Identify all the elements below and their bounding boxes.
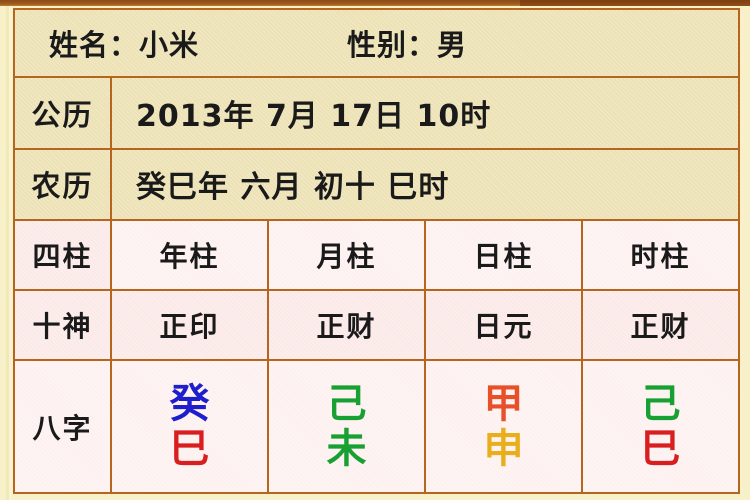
pillar-day-cell: 日柱 [424, 218, 583, 292]
pillar-year-label: 年柱 [159, 239, 220, 273]
bazi-hour-stem: 己 [640, 380, 681, 427]
bazi-month-stem: 己 [326, 380, 367, 427]
ten-gods-hour-cell: 正财 [580, 289, 741, 362]
ten-gods-label-cell: 十神 [13, 289, 112, 362]
table-row-header: 姓名：小米 性别：男 [12, 7, 741, 79]
table-row-four-pillars: 四柱 年柱 月柱 日柱 时柱 [13, 218, 741, 292]
top-decorative-bar-right [520, 0, 750, 6]
pillar-hour-label: 时柱 [630, 239, 691, 273]
pillar-month-cell: 月柱 [267, 218, 426, 292]
table-row-ten-gods: 十神 正印 正财 日元 正财 [13, 289, 741, 362]
bazi-day-stack: 甲 申 [426, 361, 581, 492]
pillar-year-cell: 年柱 [110, 218, 269, 292]
bazi-year-cell: 癸 巳 [110, 359, 269, 494]
bazi-month-stack: 己 未 [269, 361, 424, 492]
bazi-year-stack: 癸 巳 [112, 361, 267, 492]
bazi-table: 姓名：小米 性别：男 公历 2013年 7月 17日 10时 农历 癸巳年 六月… [12, 7, 741, 494]
bazi-hour-branch: 巳 [640, 425, 681, 472]
bazi-day-cell: 甲 申 [424, 359, 583, 494]
pillar-hour-cell: 时柱 [580, 218, 741, 292]
solar-date-value-cell: 2013年 7月 17日 10时 [109, 76, 741, 150]
pillar-month-label: 月柱 [316, 239, 377, 273]
solar-date-value: 2013年 7月 17日 10时 [136, 98, 492, 134]
bazi-year-branch: 巳 [169, 425, 210, 472]
person-name-label: 姓名：小米 [49, 28, 200, 63]
four-pillars-label-cell: 四柱 [13, 218, 112, 292]
bazi-day-branch: 申 [483, 425, 524, 472]
bazi-month-branch: 未 [326, 425, 367, 472]
solar-date-label-cell: 公历 [13, 76, 112, 150]
ten-gods-day-cell: 日元 [424, 289, 583, 362]
bazi-hour-cell: 己 巳 [580, 359, 741, 494]
ten-gods-label: 十神 [32, 310, 93, 344]
ten-gods-hour-value: 正财 [630, 310, 691, 344]
lunar-date-label: 农历 [31, 169, 94, 204]
person-info-row: 姓名：小米 性别：男 [15, 10, 738, 76]
lunar-date-label-cell: 农历 [13, 147, 112, 221]
bazi-hour-stack: 己 巳 [583, 361, 738, 492]
bazi-year-stem: 癸 [169, 380, 210, 427]
ten-gods-day-value: 日元 [473, 310, 534, 344]
pillar-day-label: 日柱 [473, 239, 534, 273]
bazi-month-cell: 己 未 [267, 359, 426, 494]
person-gender-label: 性别：男 [347, 28, 468, 63]
bazi-day-stem: 甲 [483, 380, 524, 427]
lunar-date-value-cell: 癸巳年 六月 初十 巳时 [109, 147, 741, 221]
ten-gods-year-cell: 正印 [110, 289, 269, 362]
table-row-lunar-date: 农历 癸巳年 六月 初十 巳时 [13, 147, 741, 221]
lunar-date-value: 癸巳年 六月 初十 巳时 [136, 170, 450, 206]
table-row-solar-date: 公历 2013年 7月 17日 10时 [13, 76, 741, 150]
ten-gods-month-cell: 正财 [267, 289, 426, 362]
bazi-chart-page: 姓名：小米 性别：男 公历 2013年 7月 17日 10时 农历 癸巳年 六月… [0, 0, 750, 500]
bazi-label-cell: 八字 [13, 359, 112, 494]
table-row-bazi: 八字 癸 巳 己 未 甲 申 己 巳 [13, 359, 741, 494]
four-pillars-label: 四柱 [32, 239, 93, 273]
ten-gods-year-value: 正印 [159, 310, 220, 344]
ten-gods-month-value: 正财 [316, 310, 377, 344]
solar-date-label: 公历 [31, 97, 94, 132]
person-info-cell: 姓名：小米 性别：男 [12, 7, 741, 79]
bazi-label: 八字 [32, 411, 93, 445]
